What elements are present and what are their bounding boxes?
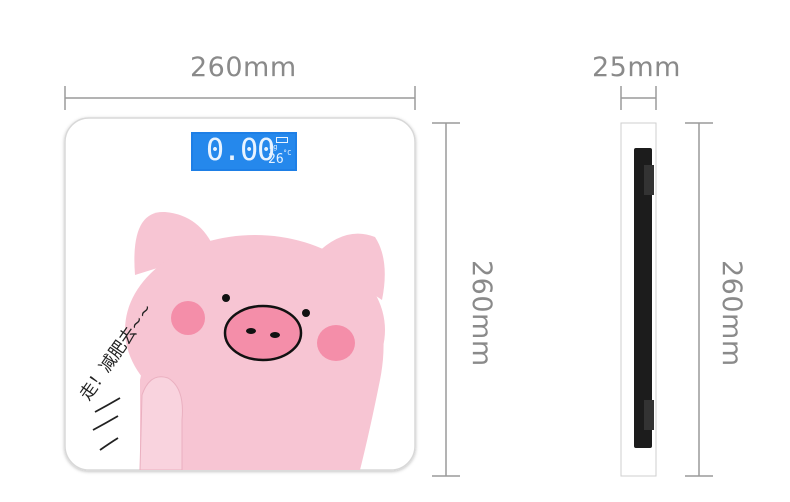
unit-label: kg bbox=[269, 143, 278, 151]
battery-icon bbox=[276, 137, 288, 143]
right-eye bbox=[302, 309, 310, 317]
front-height-dimension-line bbox=[432, 122, 460, 477]
left-cheek bbox=[171, 301, 205, 335]
right-cheek bbox=[317, 325, 355, 361]
left-eye bbox=[222, 294, 230, 302]
weight-readout: 0.00 bbox=[206, 133, 275, 168]
side-height-label: 260mm bbox=[716, 260, 747, 367]
product-illustration bbox=[64, 86, 713, 477]
top-dimension-line bbox=[64, 86, 416, 110]
snout bbox=[223, 304, 303, 362]
temperature-readout: 26 bbox=[268, 152, 284, 167]
front-height-label: 260mm bbox=[466, 260, 497, 367]
thickness-dimension-line bbox=[620, 86, 657, 110]
side-height-dimension-line bbox=[685, 122, 713, 477]
temperature-unit: °C bbox=[283, 149, 292, 157]
